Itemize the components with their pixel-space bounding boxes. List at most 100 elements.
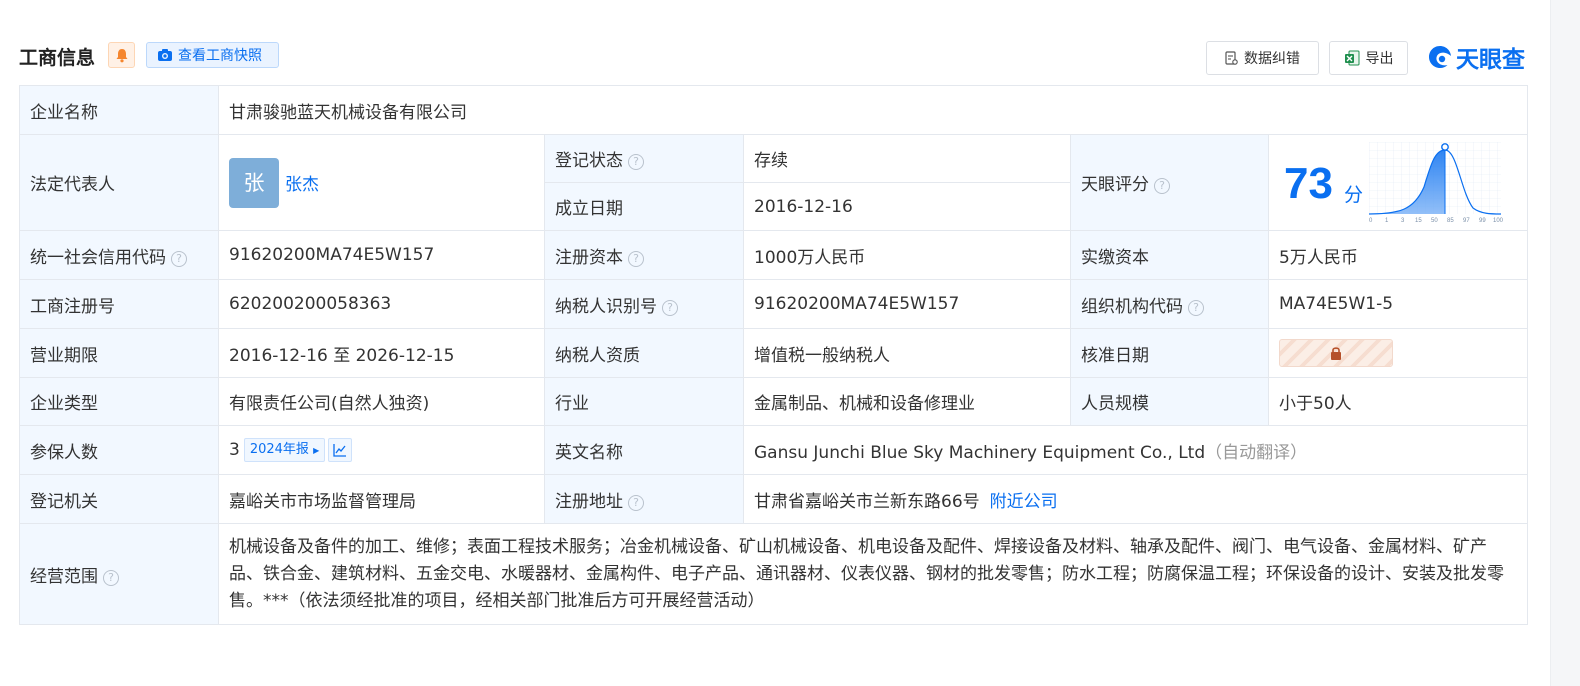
approval-date-label: 核准日期: [1070, 328, 1269, 378]
table-row: 参保人数 3 2024年报 ▶ 英文名称 Gansu Junchi Blue Sk…: [19, 425, 1529, 475]
caret-right-icon: ▶: [313, 446, 320, 455]
help-icon[interactable]: ?: [1188, 299, 1204, 316]
legal-rep-link[interactable]: 张杰: [285, 175, 319, 195]
table-row: 工商注册号 620200200058363 纳税人识别号? 91620200MA…: [19, 279, 1529, 329]
industry: 金属制品、机械和设备修理业: [743, 377, 1071, 426]
help-icon[interactable]: ?: [628, 154, 644, 170]
logo-text: 天眼查: [1456, 47, 1525, 73]
score-tick: 15: [1415, 218, 1422, 224]
reg-address-cell: 甘肃省嘉峪关市兰新东路66号 附近公司: [742, 474, 1529, 524]
eye-logo-icon: [1429, 46, 1451, 68]
taxpayer-id: 91620200MA74E5W157: [743, 279, 1071, 329]
score-value: 73: [1284, 158, 1333, 208]
org-code-label: 组织机构代码: [1081, 296, 1183, 317]
score-tick: 3: [1401, 218, 1405, 224]
english-name-label: 英文名称: [544, 425, 744, 475]
business-info-table: 企业名称 甘肃骏驰蓝天机械设备有限公司 法定代表人 张张杰 登记状态? 存续 天…: [19, 85, 1529, 625]
help-icon[interactable]: ?: [103, 569, 119, 586]
score-label-cell: 天眼评分?: [1070, 134, 1269, 231]
approval-date-cell: [1267, 328, 1529, 378]
help-icon[interactable]: ?: [628, 250, 644, 267]
help-icon[interactable]: ?: [662, 299, 678, 316]
business-scope-label: 经营范围: [30, 566, 98, 587]
taxpayer-qual: 增值税一般纳税人: [743, 328, 1071, 378]
paid-capital: 5万人民币: [1267, 230, 1529, 280]
company-type: 有限责任公司(自然人独资): [218, 377, 545, 426]
score-tick: 50: [1431, 218, 1438, 224]
table-row: 法定代表人 张张杰 登记状态? 存续 天眼评分? 73 分 0 1 3 15 5…: [19, 134, 1529, 231]
score-cell[interactable]: 73 分 0 1 3 15 50 85 97 99 100: [1267, 134, 1529, 231]
reg-no-label: 工商注册号: [19, 279, 219, 329]
snapshot-label: 查看工商快照: [178, 48, 262, 64]
found-date: 2016-12-16: [743, 182, 1071, 231]
table-row: 经营范围? 机械设备及备件的加工、维修；表面工程技术服务；冶金机械设备、矿山机械…: [19, 523, 1529, 625]
credit-code: 91620200MA74E5W157: [218, 230, 545, 280]
document-edit-icon: [1225, 51, 1238, 65]
english-name-cell: Gansu Junchi Blue Sky Machinery Equipmen…: [742, 425, 1529, 475]
term-label: 营业期限: [19, 328, 219, 378]
table-row: 企业类型 有限责任公司(自然人独资) 行业 金属制品、机械和设备修理业 人员规模…: [19, 377, 1529, 426]
paid-capital-label: 实缴资本: [1070, 230, 1269, 280]
reg-authority: 嘉峪关市市场监督管理局: [218, 474, 545, 524]
score-unit: 分: [1344, 183, 1364, 206]
business-scope: 机械设备及备件的加工、维修；表面工程技术服务；冶金机械设备、矿山机械设备、机电设…: [217, 523, 1529, 625]
score-tick: 99: [1479, 218, 1486, 224]
reg-address-label: 注册地址: [555, 491, 623, 512]
found-date-label: 成立日期: [544, 182, 744, 231]
score-tick: 0: [1369, 218, 1373, 224]
company-name: 甘肃骏驰蓝天机械设备有限公司: [217, 85, 1529, 135]
scrollbar[interactable]: [1550, 0, 1580, 686]
org-code: MA74E5W1-5: [1267, 279, 1529, 329]
score-tick: 100: [1493, 218, 1504, 224]
nearby-companies-link[interactable]: 附近公司: [990, 492, 1058, 512]
score-distribution-chart: 0 1 3 15 50 85 97 99 100: [1369, 141, 1504, 224]
reg-address-label-cell: 注册地址?: [544, 474, 744, 524]
english-name: Gansu Junchi Blue Sky Machinery Equipmen…: [754, 442, 1206, 463]
reg-no: 620200200058363: [218, 279, 545, 329]
taxpayer-id-label-cell: 纳税人识别号?: [544, 279, 744, 329]
insured-label: 参保人数: [19, 425, 219, 475]
table-row: 统一社会信用代码? 91620200MA74E5W157 注册资本? 1000万…: [19, 230, 1529, 280]
export-button[interactable]: 导出: [1329, 41, 1408, 75]
trend-chart-icon[interactable]: [328, 438, 353, 462]
lock-icon: [1331, 347, 1341, 360]
org-code-label-cell: 组织机构代码?: [1070, 279, 1269, 329]
reg-capital-label: 注册资本: [555, 247, 623, 268]
score-tick: 85: [1447, 218, 1454, 224]
annual-report-tag[interactable]: 2024年报 ▶: [243, 438, 326, 462]
reg-status-label-cell: 登记状态?: [544, 134, 744, 183]
reg-capital: 1000万人民币: [743, 230, 1071, 280]
company-name-label: 企业名称: [19, 85, 219, 135]
business-scope-label-cell: 经营范围?: [19, 523, 219, 625]
insured-cell: 3 2024年报 ▶: [218, 425, 545, 475]
credit-code-label-cell: 统一社会信用代码?: [19, 230, 219, 280]
reg-capital-label-cell: 注册资本?: [544, 230, 744, 280]
snapshot-button[interactable]: 查看工商快照: [146, 42, 279, 68]
export-label: 导出: [1365, 51, 1394, 67]
taxpayer-id-label: 纳税人识别号: [555, 296, 657, 317]
help-icon[interactable]: ?: [171, 250, 187, 267]
score-tick: 1: [1385, 218, 1389, 224]
table-row: 企业名称 甘肃骏驰蓝天机械设备有限公司: [19, 85, 1529, 135]
bell-icon[interactable]: [108, 42, 135, 68]
help-icon[interactable]: ?: [1154, 178, 1170, 194]
score-tick: 97: [1463, 218, 1470, 224]
help-icon[interactable]: ?: [628, 494, 644, 511]
data-correct-label: 数据纠错: [1244, 51, 1300, 67]
reg-authority-label: 登记机关: [19, 474, 219, 524]
camera-icon: [158, 49, 172, 61]
tianyancha-logo[interactable]: 天眼查: [1427, 40, 1525, 74]
annual-report-label: 2024年报: [249, 442, 309, 457]
insured-count: 3: [229, 440, 240, 460]
legal-rep-cell: 张张杰: [218, 134, 545, 231]
data-correct-button[interactable]: 数据纠错: [1206, 41, 1319, 75]
reg-address: 甘肃省嘉峪关市兰新东路66号: [754, 491, 980, 512]
reg-status: 存续: [743, 134, 1071, 183]
legal-rep-label: 法定代表人: [19, 134, 219, 231]
reg-status-label: 登记状态: [555, 151, 623, 171]
staff-size: 小于50人: [1267, 377, 1529, 426]
locked-value[interactable]: [1279, 339, 1393, 367]
credit-code-label: 统一社会信用代码: [30, 247, 166, 268]
avatar[interactable]: 张: [229, 157, 279, 208]
section-header: 工商信息 查看工商快照 数据纠错 导出 天眼查: [19, 40, 1529, 75]
